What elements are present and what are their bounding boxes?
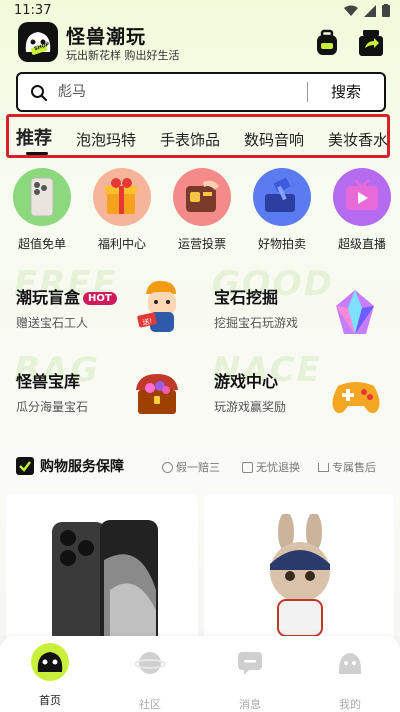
guarantee-item: 专属售后: [318, 459, 376, 475]
crown-icon: [318, 462, 329, 472]
phone-icon: [13, 168, 71, 226]
status-time: 11:37: [14, 3, 52, 18]
gamepad-icon: [330, 374, 382, 422]
feature-subtitle: 瓜分海量宝石: [16, 400, 89, 414]
app-slogan: 玩出新花样 购出好生活: [66, 49, 180, 62]
guarantee-item-label: 假一赔三: [176, 461, 220, 474]
feature-subtitle: 赠送宝石工人: [16, 316, 89, 330]
nav-label: 社区: [139, 698, 161, 711]
message-icon: [235, 648, 265, 678]
profile-icon: [335, 648, 365, 678]
signal-icon: [364, 4, 376, 17]
nav-messages[interactable]: 消息: [220, 648, 280, 712]
product-image-phone: [52, 520, 158, 644]
feature-blind-box[interactable]: 潮玩盲盒 HOT 赠送宝石工人: [16, 284, 117, 331]
app-name: 怪兽潮玩: [66, 26, 147, 48]
shield-check-icon: [16, 457, 34, 479]
feature-title: 游戏中心: [214, 372, 279, 391]
backpack-icon[interactable]: [312, 28, 342, 58]
nav-label: 我的: [339, 698, 361, 711]
search-button[interactable]: 搜索: [308, 74, 384, 110]
vote-hand-icon: [173, 168, 231, 226]
nav-profile[interactable]: 我的: [320, 648, 380, 712]
battery-icon: [382, 4, 390, 17]
feature-title: 潮玩盲盒: [16, 288, 81, 307]
product-image-toy: [270, 514, 330, 637]
tab-watches[interactable]: 手表饰品: [160, 129, 220, 150]
category-tabs: 推荐 泡泡玛特 手表饰品 数码音响 美妆香水: [16, 124, 400, 150]
auction-hammer-icon: [253, 168, 311, 226]
hot-badge: HOT: [83, 292, 117, 305]
guarantee-title: 购物服务保障: [40, 459, 124, 475]
status-icons: [344, 4, 390, 17]
home-monster-icon: [30, 642, 70, 682]
guarantee-item-label: 无忧退换: [256, 461, 300, 474]
quick-entry-label: 超值免单: [17, 237, 66, 251]
quick-entry-label: 好物拍卖: [257, 237, 306, 251]
product-card-labubu[interactable]: [204, 494, 394, 644]
guarantee-item-label: 专属售后: [332, 461, 376, 474]
feature-subtitle: 玩游戏赢奖励: [214, 400, 287, 414]
nav-community[interactable]: 社区: [120, 648, 180, 712]
search-bar[interactable]: 彪马 搜索: [16, 72, 386, 112]
share-box-icon[interactable]: [356, 28, 386, 58]
quick-entry-auction[interactable]: 好物拍卖: [247, 168, 317, 252]
wifi-icon: [344, 5, 358, 16]
quick-entry-label: 超级直播: [337, 237, 386, 251]
feature-treasury[interactable]: 怪兽宝库 瓜分海量宝石: [16, 368, 88, 415]
planet-icon: [134, 648, 166, 678]
tab-active-underline: [26, 152, 48, 155]
tab-digital[interactable]: 数码音响: [244, 129, 304, 150]
bottom-navigation: 首页 社区 消息 我的: [0, 636, 400, 712]
guarantee-item: 假一赔三: [162, 459, 220, 475]
live-tv-icon: [333, 168, 391, 226]
feature-game-center[interactable]: 游戏中心 玩游戏赢奖励: [214, 368, 286, 415]
gift-box-icon: [93, 168, 151, 226]
search-input[interactable]: 彪马: [58, 81, 86, 101]
quick-entry-free[interactable]: 超值免单: [7, 168, 77, 252]
gem-crystal-icon: [330, 288, 380, 344]
feature-subtitle: 挖掘宝石玩游戏: [214, 316, 299, 330]
product-card-phone[interactable]: [6, 494, 198, 644]
quick-entry-label: 福利中心: [97, 237, 146, 251]
tab-recommend[interactable]: 推荐: [16, 124, 52, 150]
return-box-icon: [242, 461, 253, 473]
feature-title: 宝石挖掘: [214, 288, 279, 307]
worker-figure-icon: 送!: [134, 276, 188, 342]
quick-entry-vote[interactable]: 运营投票: [167, 168, 237, 252]
feature-title: 怪兽宝库: [16, 372, 81, 391]
guarantee-item: 无忧退换: [242, 459, 300, 475]
app-logo: SHOP: [18, 22, 58, 62]
search-icon: [31, 85, 48, 102]
compensation-icon: [162, 461, 173, 473]
tab-beauty[interactable]: 美妆香水: [328, 129, 388, 150]
nav-home[interactable]: 首页: [20, 643, 80, 708]
quick-entry-label: 运营投票: [177, 237, 226, 251]
quick-entry-welfare[interactable]: 福利中心: [87, 168, 157, 252]
quick-entry-live[interactable]: 超级直播: [327, 168, 397, 252]
tab-popmart[interactable]: 泡泡玛特: [76, 129, 136, 150]
nav-label: 首页: [39, 694, 61, 707]
feature-gem-dig[interactable]: 宝石挖掘 挖掘宝石玩游戏: [214, 284, 298, 331]
nav-label: 消息: [239, 698, 261, 711]
treasure-chest-icon: [130, 368, 184, 426]
